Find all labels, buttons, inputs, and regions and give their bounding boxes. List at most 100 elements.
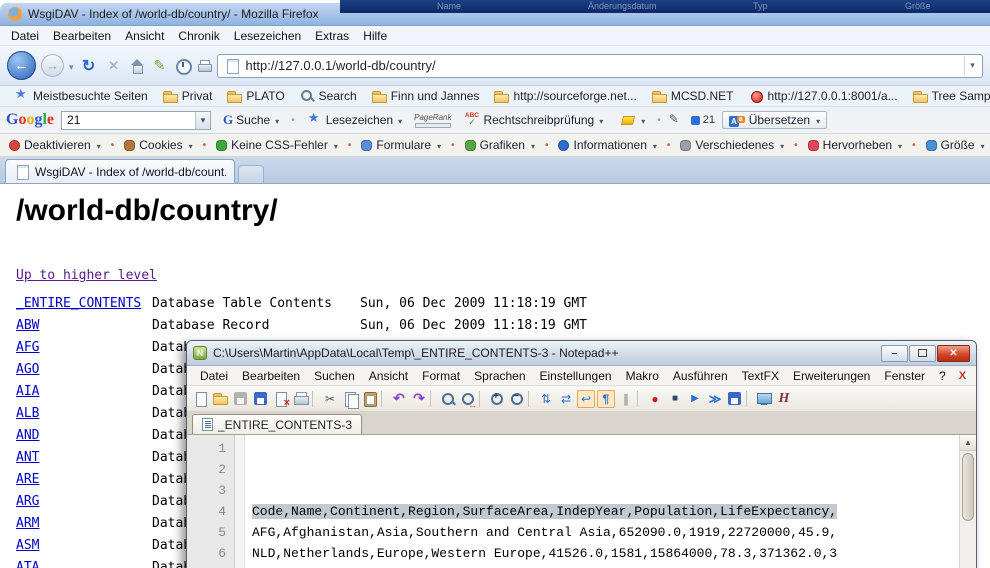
vertical-scrollbar[interactable] — [959, 435, 976, 568]
run-macro-multiple-icon[interactable] — [706, 390, 724, 408]
highlighter-button[interactable] — [615, 111, 650, 129]
toolbar-separator[interactable] — [479, 391, 486, 407]
sync-vertical-icon[interactable] — [537, 390, 555, 408]
menu-item[interactable]: Sprachen — [467, 368, 532, 384]
tab-wsgidav[interactable]: WsgiDAV - Index of /world-db/count... — [5, 159, 235, 183]
show-all-chars-icon[interactable] — [597, 390, 615, 408]
menu-item[interactable]: Datei — [4, 27, 46, 45]
word-find-button[interactable]: 21 — [691, 114, 715, 126]
menu-item[interactable]: Bearbeiten — [235, 368, 307, 384]
maximize-button[interactable] — [909, 345, 936, 362]
webdev-menu-item[interactable]: Größe — [907, 138, 990, 152]
bookmark-item[interactable]: http://sourceforge.net... — [486, 88, 643, 104]
redo-icon[interactable] — [410, 390, 428, 408]
forward-button[interactable] — [41, 54, 64, 77]
toolbar-separator[interactable] — [312, 391, 319, 407]
history-dropdown-icon[interactable] — [69, 57, 74, 75]
back-button[interactable] — [7, 51, 36, 80]
directory-entry-link[interactable]: _ENTIRE_CONTENTS — [16, 296, 141, 311]
pencil-icon[interactable] — [668, 112, 684, 128]
stop-button[interactable] — [104, 56, 124, 76]
toolbar-separator[interactable] — [746, 391, 753, 407]
notepadpp-titlebar[interactable]: N C:\Users\Martin\AppData\Local\Temp\_EN… — [187, 341, 976, 366]
google-search-input[interactable]: 21 — [61, 111, 211, 130]
directory-entry-link[interactable]: AIA — [16, 384, 39, 399]
cut-icon[interactable] — [321, 390, 339, 408]
text-content[interactable]: Code,Name,Continent,Region,SurfaceArea,I… — [245, 435, 959, 568]
menu-item[interactable]: Format — [415, 368, 467, 384]
toolbar-separator[interactable] — [430, 391, 437, 407]
directory-entry-link[interactable]: ARE — [16, 472, 39, 487]
menu-item[interactable]: Chronik — [171, 27, 226, 45]
new-tab-button[interactable] — [238, 165, 264, 183]
url-text[interactable]: http://127.0.0.1/world-db/country/ — [246, 58, 958, 73]
menu-item[interactable]: Einstellungen — [533, 368, 619, 384]
webdev-menu-item[interactable]: Grafiken — [446, 138, 540, 152]
save-macro-icon[interactable] — [726, 390, 744, 408]
google-search-button[interactable]: Suche — [218, 111, 284, 129]
webdev-menu-item[interactable]: Deaktivieren — [4, 138, 106, 152]
editor-area[interactable]: 123456 Code,Name,Continent,Region,Surfac… — [187, 435, 976, 568]
bookmark-item[interactable]: http://127.0.0.1:8001/a... — [741, 88, 905, 104]
directory-entry-link[interactable]: ATA — [16, 560, 39, 568]
scroll-up-icon[interactable] — [960, 435, 976, 451]
webdev-menu-item[interactable]: Formulare — [343, 138, 446, 152]
menu-item[interactable]: Ansicht — [362, 368, 415, 384]
scrollbar-thumb[interactable] — [962, 453, 974, 521]
urlbar-dropdown-button[interactable] — [964, 56, 980, 76]
menu-item[interactable]: Fenster — [877, 368, 932, 384]
webdev-menu-item[interactable]: Verschiedenes — [662, 138, 789, 152]
replace-icon[interactable] — [459, 390, 477, 408]
close-all-icon[interactable] — [272, 390, 290, 408]
menu-item[interactable]: Erweiterungen — [786, 368, 877, 384]
toolbar-separator[interactable] — [637, 391, 644, 407]
webdev-menu-item[interactable]: Cookies — [106, 138, 198, 152]
directory-entry-link[interactable]: AFG — [16, 340, 39, 355]
bookmark-item[interactable]: Finn und Jannes — [364, 88, 487, 104]
google-bookmarks-button[interactable]: Lesezeichen — [302, 111, 407, 129]
new-file-icon[interactable] — [192, 390, 210, 408]
paste-icon[interactable] — [361, 390, 379, 408]
sync-horizontal-icon[interactable] — [557, 390, 575, 408]
menu-item[interactable]: ? — [932, 368, 953, 384]
search-history-dropdown-icon[interactable] — [195, 112, 210, 129]
menu-item[interactable]: Ausführen — [666, 368, 735, 384]
webdev-menu-item[interactable]: Informationen — [540, 138, 662, 152]
directory-entry-link[interactable]: AGO — [16, 362, 39, 377]
directory-entry-link[interactable]: ANT — [16, 450, 39, 465]
save-file-icon[interactable] — [232, 390, 250, 408]
bookmark-item[interactable]: Privat — [155, 88, 220, 104]
bookmark-item[interactable]: Search — [292, 88, 364, 104]
zoom-in-icon[interactable] — [488, 390, 506, 408]
find-icon[interactable] — [439, 390, 457, 408]
print-icon[interactable] — [292, 390, 310, 408]
stop-record-icon[interactable] — [666, 390, 684, 408]
menu-item[interactable]: Lesezeichen — [227, 27, 308, 45]
menu-item[interactable]: Hilfe — [356, 27, 394, 45]
pagerank-widget[interactable]: PageRank — [414, 113, 451, 128]
home-icon[interactable] — [129, 58, 145, 74]
undo-icon[interactable] — [390, 390, 408, 408]
feather-icon[interactable] — [150, 56, 170, 76]
printer-icon[interactable] — [196, 58, 212, 74]
address-bar[interactable]: http://127.0.0.1/world-db/country/ — [217, 54, 983, 78]
menu-item[interactable]: Datei — [193, 368, 235, 384]
directory-entry-link[interactable]: ASM — [16, 538, 39, 553]
bookmark-item[interactable]: MCSD.NET — [644, 88, 741, 104]
bookmark-margin[interactable] — [235, 435, 245, 568]
menu-item[interactable]: Extras — [308, 27, 356, 45]
bookmark-item[interactable]: Tree Samples — [905, 88, 990, 104]
copy-icon[interactable] — [341, 390, 359, 408]
open-file-icon[interactable] — [212, 390, 230, 408]
record-macro-icon[interactable] — [646, 390, 664, 408]
directory-entry-link[interactable]: ALB — [16, 406, 39, 421]
directory-entry-link[interactable]: ARG — [16, 494, 39, 509]
close-document-icon[interactable]: X — [953, 370, 972, 382]
menu-item[interactable]: TextFX — [735, 368, 786, 384]
html-preview-icon[interactable] — [775, 390, 793, 408]
menu-item[interactable]: Suchen — [307, 368, 362, 384]
indent-guide-icon[interactable] — [617, 390, 635, 408]
play-macro-icon[interactable] — [686, 390, 704, 408]
menu-item[interactable]: Makro — [619, 368, 666, 384]
translate-button[interactable]: Übersetzen — [722, 111, 827, 129]
